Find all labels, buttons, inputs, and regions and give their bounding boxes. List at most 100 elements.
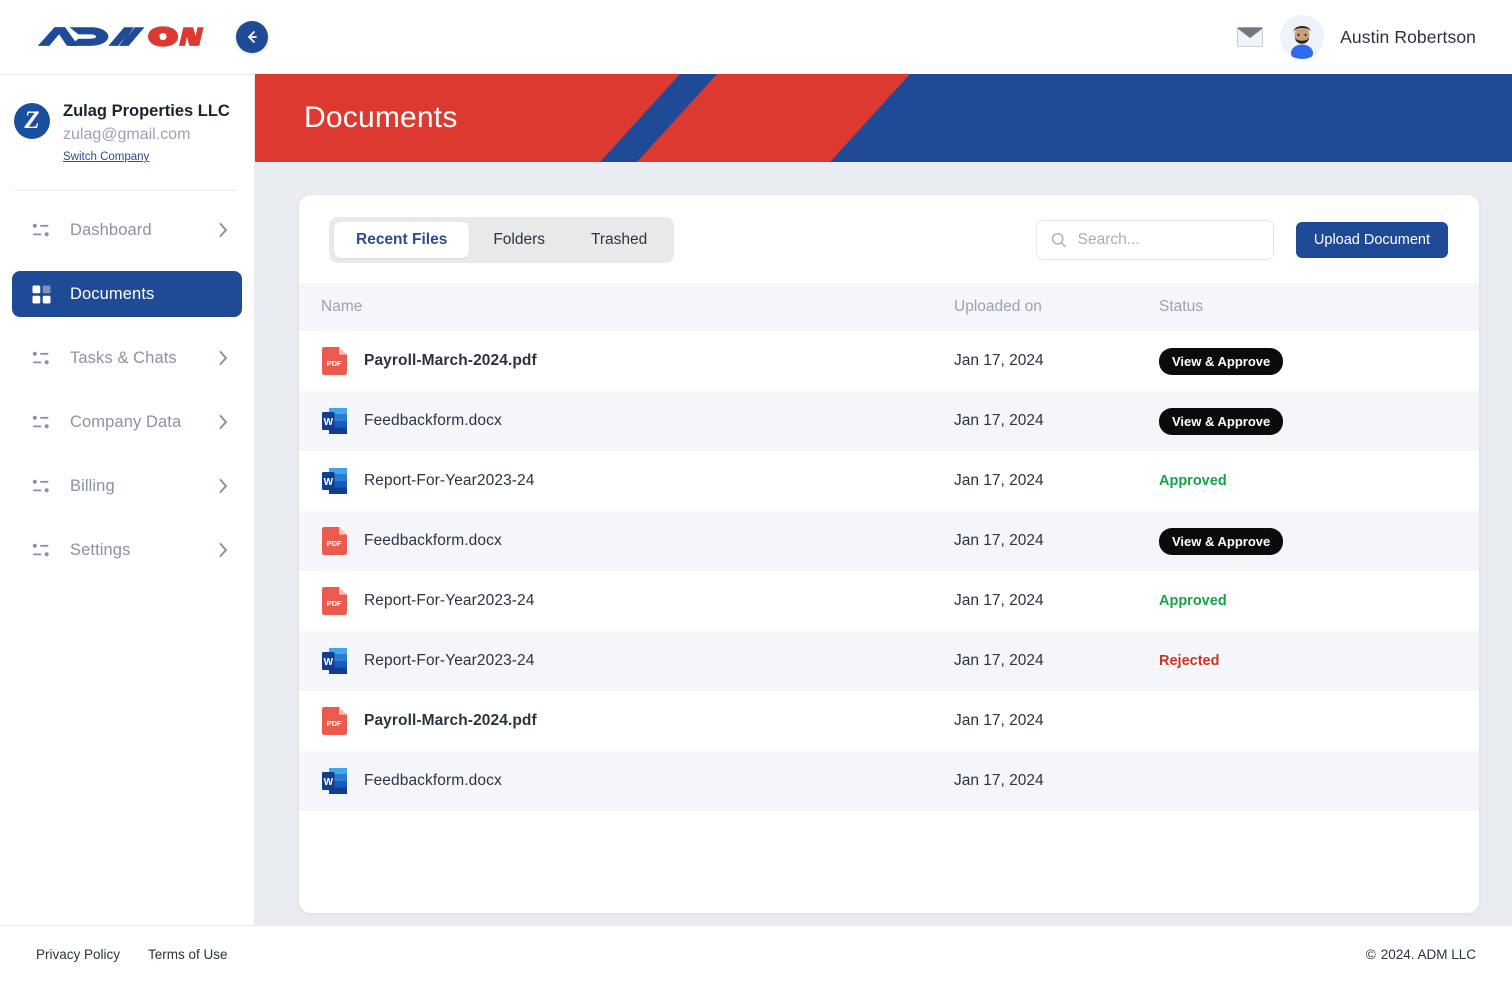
status-badge: Approved (1159, 473, 1227, 489)
svg-text:PDF: PDF (327, 539, 342, 548)
table-row[interactable]: W Report-For-Year2023-24 Jan 17, 2024 Ap… (299, 451, 1479, 511)
list-icon (32, 477, 51, 496)
mail-button[interactable] (1236, 23, 1264, 51)
svg-text:W: W (324, 477, 334, 488)
grid-icon (32, 285, 51, 304)
table-row[interactable]: W Feedbackform.docx Jan 17, 2024 View & … (299, 391, 1479, 451)
file-name: Feedbackform.docx (364, 412, 502, 430)
column-header-name: Name (299, 283, 954, 331)
envelope-icon (1237, 27, 1263, 47)
sidebar-nav: Dashboard Documents (0, 207, 254, 591)
company-email: zulag@gmail.com (63, 124, 230, 146)
table-header-row: Name Uploaded on Status (299, 283, 1479, 331)
footer-links: Privacy Policy Terms of Use (36, 947, 228, 962)
chevron-right-icon (219, 479, 228, 493)
file-date: Jan 17, 2024 (954, 691, 1159, 751)
word-file-icon: W (321, 466, 348, 496)
table-row[interactable]: PDF Payroll-March-2024.pdf Jan 17, 2024 … (299, 331, 1479, 391)
file-date: Jan 17, 2024 (954, 331, 1159, 391)
footer: Privacy Policy Terms of Use © 2024. ADM … (0, 925, 1512, 982)
file-name: Report-For-Year2023-24 (364, 592, 535, 610)
search-box[interactable] (1036, 220, 1274, 260)
documents-table: Name Uploaded on Status (299, 283, 1479, 811)
company-info: Zulag Properties LLC zulag@gmail.com Swi… (63, 101, 230, 165)
tab-trashed[interactable]: Trashed (569, 222, 669, 258)
list-icon (32, 413, 51, 432)
switch-company-link[interactable]: Switch Company (63, 151, 149, 163)
view-approve-button[interactable]: View & Approve (1159, 408, 1283, 435)
avatar[interactable] (1280, 15, 1324, 59)
privacy-policy-link[interactable]: Privacy Policy (36, 947, 120, 962)
pdf-file-icon: PDF (321, 706, 348, 736)
svg-text:W: W (324, 657, 334, 668)
sidebar-item-label: Settings (70, 541, 130, 560)
search-input[interactable] (1078, 231, 1259, 249)
copyright-icon: © (1366, 947, 1376, 962)
list-icon (32, 221, 51, 240)
sidebar-item-documents[interactable]: Documents (12, 271, 242, 317)
view-approve-button[interactable]: View & Approve (1159, 348, 1283, 375)
file-name: Feedbackform.docx (364, 772, 502, 790)
company-block: Z Zulag Properties LLC zulag@gmail.com S… (0, 101, 254, 165)
table-row[interactable]: W Report-For-Year2023-24 Jan 17, 2024 Re… (299, 631, 1479, 691)
table-row[interactable]: PDF Feedbackform.docx Jan 17, 2024 View … (299, 511, 1479, 571)
arrow-left-icon (244, 29, 260, 45)
status-cell-empty (1159, 691, 1479, 751)
documents-card: Recent Files Folders Trashed (299, 195, 1479, 913)
pdf-file-icon: PDF (321, 526, 348, 556)
table-row[interactable]: PDF Payroll-March-2024.pdf Jan 17, 2024 (299, 691, 1479, 751)
sidebar-item-label: Billing (70, 477, 115, 496)
search-icon (1051, 231, 1067, 249)
company-logo-icon: Z (14, 103, 50, 139)
sidebar-item-label: Tasks & Chats (70, 349, 177, 368)
file-name: Payroll-March-2024.pdf (364, 352, 537, 370)
svg-text:PDF: PDF (327, 719, 342, 728)
sidebar: Z Zulag Properties LLC zulag@gmail.com S… (0, 74, 255, 925)
user-avatar-icon (1280, 15, 1324, 59)
file-date: Jan 17, 2024 (954, 571, 1159, 631)
top-bar-right: Austin Robertson (1236, 15, 1512, 59)
top-bar: Austin Robertson (0, 0, 1512, 74)
sidebar-item-label: Documents (70, 285, 154, 304)
company-initial: Z (24, 108, 39, 133)
file-date: Jan 17, 2024 (954, 391, 1159, 451)
table-row[interactable]: PDF Report-For-Year2023-24 Jan 17, 2024 … (299, 571, 1479, 631)
card-toolbar: Recent Files Folders Trashed (299, 195, 1479, 283)
sidebar-item-tasks-chats[interactable]: Tasks & Chats (12, 335, 242, 381)
tab-folders[interactable]: Folders (471, 222, 567, 258)
chevron-right-icon (219, 351, 228, 365)
table-empty-space (299, 811, 1479, 913)
view-approve-button[interactable]: View & Approve (1159, 528, 1283, 555)
content-area: Recent Files Folders Trashed (255, 162, 1512, 925)
app-root: Austin Robertson Z Zulag Properties LLC … (0, 0, 1512, 982)
brand-logo[interactable] (0, 22, 255, 52)
file-name: Payroll-March-2024.pdf (364, 712, 537, 730)
back-button[interactable] (236, 21, 268, 53)
sidebar-item-label: Company Data (70, 413, 181, 432)
company-name: Zulag Properties LLC (63, 101, 230, 122)
file-date: Jan 17, 2024 (954, 751, 1159, 811)
main-area: Documents Recent Files Folders Trashed (255, 74, 1512, 925)
svg-text:PDF: PDF (327, 599, 342, 608)
status-badge: Rejected (1159, 653, 1219, 669)
status-badge: Approved (1159, 593, 1227, 609)
file-date: Jan 17, 2024 (954, 511, 1159, 571)
list-icon (32, 541, 51, 560)
pdf-file-icon: PDF (321, 346, 348, 376)
sidebar-item-company-data[interactable]: Company Data (12, 399, 242, 445)
word-file-icon: W (321, 766, 348, 796)
terms-of-use-link[interactable]: Terms of Use (148, 947, 228, 962)
sidebar-item-billing[interactable]: Billing (12, 463, 242, 509)
table-row[interactable]: W Feedbackform.docx Jan 17, 2024 (299, 751, 1479, 811)
sidebar-item-label: Dashboard (70, 221, 152, 240)
chevron-right-icon (219, 223, 228, 237)
body: Z Zulag Properties LLC zulag@gmail.com S… (0, 74, 1512, 925)
user-name: Austin Robertson (1340, 27, 1476, 48)
chevron-right-icon (219, 543, 228, 557)
sidebar-item-dashboard[interactable]: Dashboard (12, 207, 242, 253)
copyright-text: 2024. ADM LLC (1381, 947, 1476, 962)
tab-recent-files[interactable]: Recent Files (334, 222, 469, 258)
word-file-icon: W (321, 406, 348, 436)
upload-document-button[interactable]: Upload Document (1296, 222, 1448, 258)
sidebar-item-settings[interactable]: Settings (12, 527, 242, 573)
